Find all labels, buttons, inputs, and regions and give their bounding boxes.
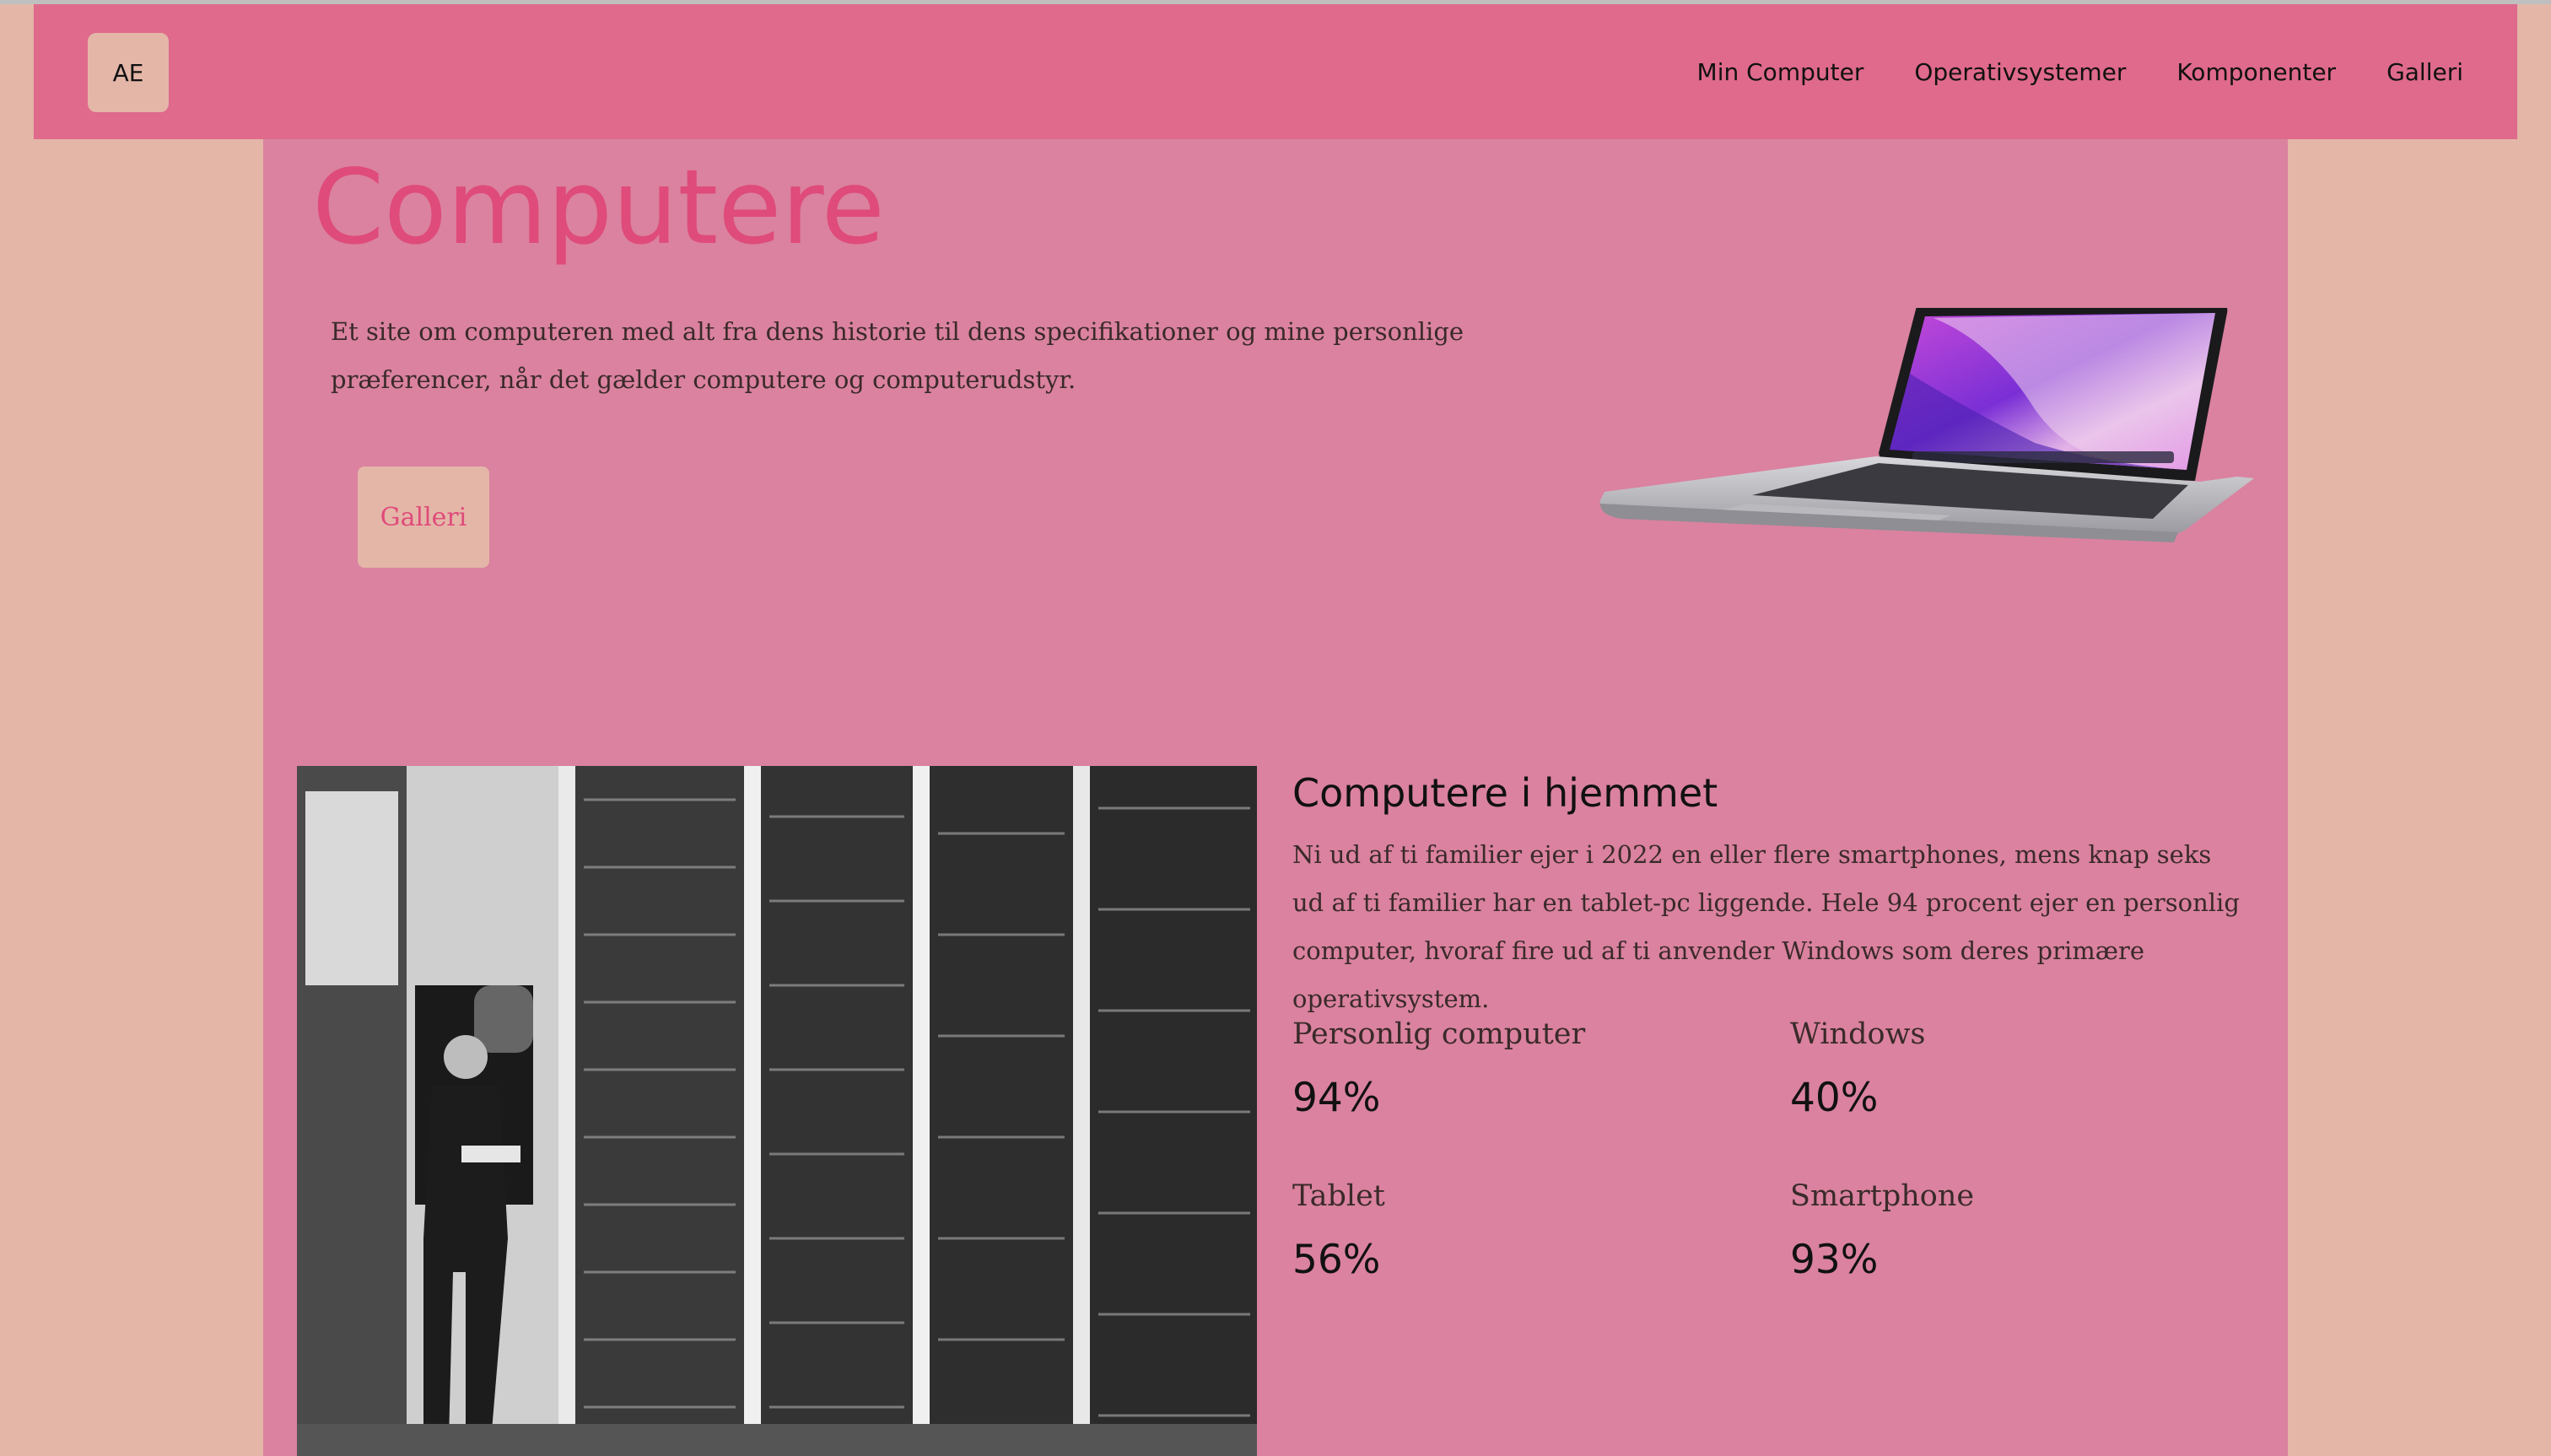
- nav-link-operativsystemer[interactable]: Operativsystemer: [1914, 58, 2126, 86]
- navbar: AE Min Computer Operativsystemer Kompone…: [34, 4, 2517, 139]
- stat-value: 94%: [1292, 1075, 1381, 1121]
- nav-links: Min Computer Operativsystemer Komponente…: [1697, 4, 2463, 139]
- stat-label: Tablet: [1292, 1179, 1385, 1213]
- nav-link-komponenter[interactable]: Komponenter: [2176, 58, 2336, 86]
- historic-computer-photo: [297, 766, 1257, 1456]
- nav-link-min-computer[interactable]: Min Computer: [1697, 58, 1864, 86]
- section-title: Computere i hjemmet: [1292, 770, 1718, 816]
- nav-link-galleri[interactable]: Galleri: [2387, 58, 2463, 86]
- stat-value: 40%: [1790, 1075, 1879, 1121]
- stat-value: 56%: [1292, 1237, 1381, 1283]
- stat-label: Smartphone: [1790, 1179, 1975, 1213]
- stat-value: 93%: [1790, 1237, 1879, 1283]
- stat-windows: Windows 40%: [1790, 1012, 2262, 1124]
- intro-text: Et site om computeren med alt fra dens h…: [331, 317, 1464, 394]
- stat-tablet: Tablet 56%: [1292, 1174, 1765, 1286]
- section-text: Ni ud af ti familier ejer i 2022 en elle…: [1292, 840, 2240, 1013]
- gallery-button[interactable]: Galleri: [358, 466, 489, 568]
- stat-personal-computer: Personlig computer 94%: [1292, 1012, 1765, 1124]
- stat-smartphone: Smartphone 93%: [1790, 1174, 2262, 1286]
- stat-label: Windows: [1790, 1017, 1926, 1051]
- logo-button[interactable]: AE: [88, 33, 169, 112]
- page-title: Computere: [312, 148, 885, 267]
- stat-label: Personlig computer: [1292, 1017, 1586, 1051]
- laptop-image: [1599, 308, 2254, 542]
- main-content: Computere Et site om computeren med alt …: [263, 139, 2288, 1456]
